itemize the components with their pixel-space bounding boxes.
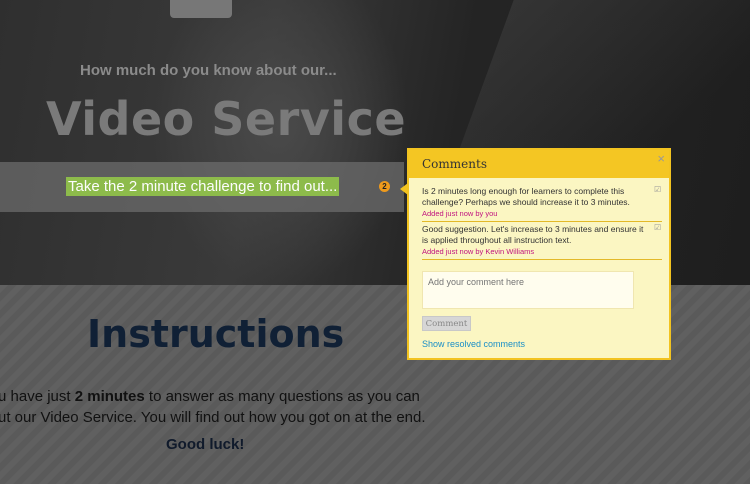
instructions-title: Instructions (87, 312, 345, 356)
instructions-line-2: ut our Video Service. You will find out … (0, 409, 426, 426)
instructions-line-1: u have just 2 minutes to answer as many … (0, 388, 420, 405)
comment-author: by Kevin Williams (473, 247, 535, 256)
comment-meta: Added just now by you (422, 209, 498, 218)
comment-input[interactable] (422, 271, 634, 309)
comment-text: Good suggestion. Let's increase to 3 min… (422, 224, 644, 245)
highlighted-challenge-text[interactable]: Take the 2 minute challenge to find out.… (66, 177, 340, 196)
resolve-checkbox-icon[interactable]: ☑ (654, 224, 662, 232)
comment-time: Added just now (422, 247, 474, 256)
instructions-text: u have just (0, 388, 75, 405)
comment-text: Is 2 minutes long enough for learners to… (422, 186, 630, 207)
comments-popup: Comments × Is 2 minutes long enough for … (407, 148, 671, 360)
comment-count-badge[interactable]: 2 (379, 181, 390, 192)
comment-item: Good suggestion. Let's increase to 3 min… (422, 224, 662, 260)
instructions-bold-text: 2 minutes (74, 388, 145, 405)
resolve-checkbox-icon[interactable]: ☑ (654, 186, 662, 194)
hero-subtitle: How much do you know about our... (80, 62, 337, 79)
comment-button[interactable]: Comment (422, 316, 471, 331)
good-luck-text: Good luck! (166, 436, 245, 453)
close-icon[interactable]: × (657, 151, 665, 166)
camera-icon (170, 0, 232, 18)
show-resolved-link[interactable]: Show resolved comments (422, 339, 525, 349)
comment-item: Is 2 minutes long enough for learners to… (422, 186, 662, 222)
popup-header: Comments × (409, 150, 669, 178)
comment-meta: Added just now by Kevin Williams (422, 247, 662, 256)
instructions-text: to answer as many questions as you can (144, 388, 420, 405)
hero-title: Video Service (46, 92, 407, 146)
popup-title: Comments (422, 157, 487, 171)
